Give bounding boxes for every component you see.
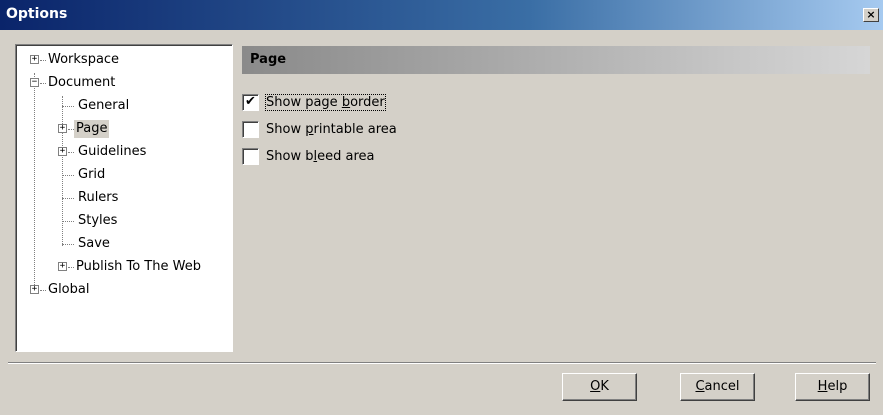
option-label: Show bleed area [266, 149, 375, 164]
tree-item-label: Page [74, 120, 110, 138]
tree-item-document[interactable]: − Document [16, 74, 226, 92]
close-icon: × [866, 8, 876, 21]
tree-item-label: Rulers [78, 190, 119, 205]
checkmark-icon: ✔ [245, 94, 256, 109]
tree-item-label: Styles [78, 213, 118, 228]
show-printable-area-checkbox[interactable] [242, 121, 259, 138]
tree-item-label: Grid [78, 167, 106, 182]
tree-item-general[interactable]: General [16, 97, 226, 115]
tree-item-guidelines[interactable]: + Guidelines [16, 143, 226, 161]
window-title: Options [6, 6, 68, 22]
option-label: Show printable area [266, 122, 397, 137]
tree-item-label: Global [48, 282, 90, 297]
expand-icon[interactable]: + [30, 55, 39, 64]
separator [8, 362, 876, 364]
cancel-button[interactable]: Cancel [680, 373, 755, 401]
tree-item-label: Save [78, 236, 110, 251]
tree-item-styles[interactable]: Styles [16, 212, 226, 230]
tree-item-label: Publish To The Web [76, 259, 201, 274]
tree-item-global[interactable]: + Global [16, 281, 226, 299]
tree-item-save[interactable]: Save [16, 235, 226, 253]
ok-button[interactable]: OK [562, 373, 637, 401]
expand-icon[interactable]: + [30, 285, 39, 294]
help-button[interactable]: Help [795, 373, 870, 401]
expand-icon[interactable]: + [58, 124, 67, 133]
tree-item-label: Guidelines [78, 144, 147, 159]
option-label: Show page border [265, 94, 386, 111]
section-header: Page [242, 46, 870, 74]
options-dialog: Options × + Workspace − Document General… [0, 0, 883, 415]
show-bleed-area-checkbox[interactable] [242, 148, 259, 165]
tree-item-publish-to-the-web[interactable]: + Publish To The Web [16, 258, 231, 276]
expand-icon[interactable]: + [58, 262, 67, 271]
tree-item-label: Workspace [48, 52, 120, 67]
tree-item-workspace[interactable]: + Workspace [16, 51, 226, 69]
tree-item-page[interactable]: + Page [16, 120, 226, 138]
tree-item-grid[interactable]: Grid [16, 166, 226, 184]
tree-item-label: Document [48, 75, 116, 90]
show-printable-area-option[interactable]: Show printable area [242, 120, 442, 140]
collapse-icon[interactable]: − [30, 78, 39, 87]
show-page-border-checkbox[interactable]: ✔ [242, 94, 259, 111]
show-page-border-option[interactable]: ✔ Show page border [242, 93, 442, 113]
close-button[interactable]: × [863, 8, 879, 22]
options-tree[interactable]: + Workspace − Document General + Page + … [15, 44, 233, 352]
tree-item-label: General [78, 98, 130, 113]
tree-item-rulers[interactable]: Rulers [16, 189, 226, 207]
show-bleed-area-option[interactable]: Show bleed area [242, 147, 442, 167]
title-bar[interactable]: Options × [0, 0, 883, 30]
section-title: Page [250, 52, 287, 67]
expand-icon[interactable]: + [58, 147, 67, 156]
